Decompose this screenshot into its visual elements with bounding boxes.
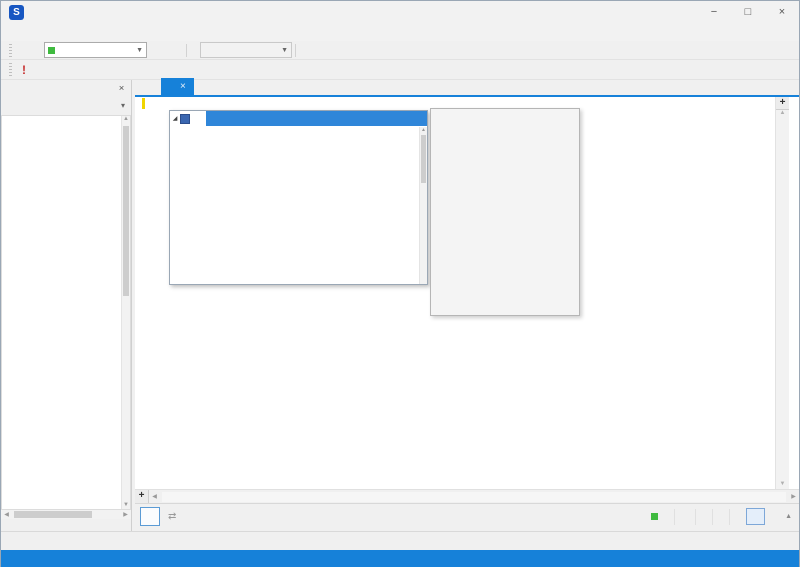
close-tab-icon[interactable]: × [180,81,186,92]
connection-status-icon [48,47,55,54]
scroll-right-icon[interactable]: ▶ [120,511,131,518]
scroll-down-icon[interactable]: ▼ [122,502,130,508]
tooltip-header [431,109,579,125]
tab-start-page[interactable] [141,78,161,95]
database-combobox[interactable]: ▼ [200,42,292,58]
app-window: S − □ × ▼ ▼ ! [0,0,800,567]
chevron-down-icon: ▼ [136,47,143,54]
environment-status-icon [651,513,658,520]
close-button[interactable]: × [765,1,799,23]
tree-vertical-scrollbar[interactable]: ▲▼ [121,116,130,509]
expand-icon[interactable]: ▲ [785,513,792,520]
database-indicator[interactable] [729,509,746,525]
connect-icon [147,42,165,59]
connection-state[interactable] [674,509,695,525]
scroll-left-icon[interactable]: ◀ [1,511,12,518]
disconnect-icon[interactable] [165,42,183,59]
changed-line-indicator [142,98,145,109]
chevron-down-icon: ▼ [281,47,288,54]
editor-area: × ◢ ▲ [135,80,799,531]
completion-popup: ◢ ▲ [169,110,428,285]
scrollbar-thumb[interactable] [123,126,129,296]
scroll-up-icon[interactable]: ▲ [776,110,789,116]
toolbar-separator [186,44,187,57]
server-indicator[interactable] [712,509,729,525]
new-connection-icon[interactable] [16,42,34,59]
editor-vertical-scrollbar[interactable]: + ▲ ▼ [775,97,789,489]
status-bar [1,550,799,567]
collapse-arrow-icon[interactable]: ◢ [170,115,180,122]
pin-icon[interactable] [102,82,115,95]
execute-icon: ! [22,63,26,77]
environment-category[interactable] [643,509,674,525]
completion-popup-header[interactable]: ◢ [170,111,427,126]
explorer-tree[interactable]: ▲▼ [1,115,131,510]
scroll-right-icon[interactable]: ▶ [788,493,799,500]
panel-options-button[interactable]: ▾ [115,98,131,115]
explorer-toolbar: ▾ [1,97,131,115]
split-editor-handle[interactable]: + [776,97,789,110]
scroll-left-icon[interactable]: ◀ [149,493,160,500]
popup-scrollbar[interactable]: ▲ [419,127,427,284]
scroll-down-icon[interactable]: ▼ [776,481,789,487]
connection-combobox[interactable]: ▼ [44,42,147,58]
close-icon[interactable]: × [115,82,128,95]
toolbar-separator [295,44,296,57]
maximize-button[interactable]: □ [731,1,765,23]
menu-bar [1,23,799,41]
db-kind-indicator[interactable] [695,509,712,525]
swap-view-icon[interactable]: ⇄ [168,511,176,522]
database-explorer-panel: × ▾ ▲▼ ◀ ▶ [1,80,132,531]
restore-layout-button[interactable] [765,508,782,525]
scrollbar-thumb[interactable] [421,135,426,183]
editor-horizontal-scrollbar[interactable]: + ◀ ▶ [135,489,799,503]
minimize-button[interactable]: − [697,1,731,23]
split-editor-handle[interactable]: + [135,490,149,503]
text-view-tab[interactable] [140,507,160,526]
toolbar-grip[interactable] [9,63,12,76]
document-tab-bar: × [135,80,799,97]
tab-sql-document[interactable]: × [161,78,194,95]
window-layout-button[interactable] [746,508,765,525]
tree-horizontal-scrollbar[interactable]: ◀ ▶ [1,510,131,519]
app-logo-icon: S [9,5,24,20]
scrollbar-thumb[interactable] [14,511,92,518]
execute-button[interactable]: ! [18,63,36,77]
explorer-header: × [1,80,131,97]
query-toolbar: ! [1,60,799,80]
sql-text-editor[interactable]: ◢ ▲ [135,97,799,489]
scrollbar-track[interactable] [162,492,786,502]
document-bottom-bar: ⇄ ▲ [135,503,799,529]
toolbar-grip[interactable] [9,44,12,57]
connection-toolbar: ▼ ▼ [1,41,799,60]
title-bar: S − □ × [1,1,799,23]
table-info-tooltip [430,108,580,316]
bottom-panel-tabs [1,531,799,550]
select-all-columns-checkbox[interactable] [180,114,190,124]
document-status: ▲ [643,508,795,525]
